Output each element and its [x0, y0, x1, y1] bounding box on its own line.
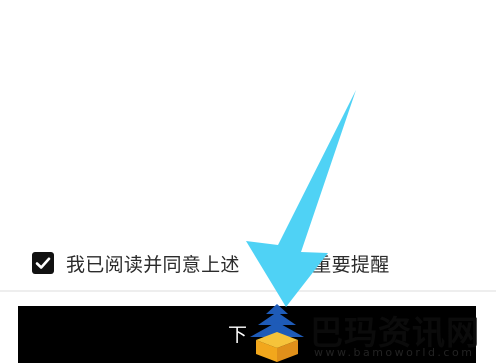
agreement-text-lead: 我已阅读并同意上述	[66, 253, 240, 276]
agreement-row[interactable]: 我已阅读并同意上述 账户重要提醒	[32, 250, 390, 276]
primary-button[interactable]: 下	[18, 306, 476, 363]
checkmark-icon	[35, 257, 51, 269]
divider	[0, 290, 496, 292]
primary-button-label: 下	[228, 324, 248, 346]
agreement-checkbox[interactable]	[32, 252, 54, 274]
agreement-text: 我已阅读并同意上述 账户重要提醒	[66, 250, 390, 277]
agreement-text-tail: 账户重要提醒	[273, 253, 390, 276]
